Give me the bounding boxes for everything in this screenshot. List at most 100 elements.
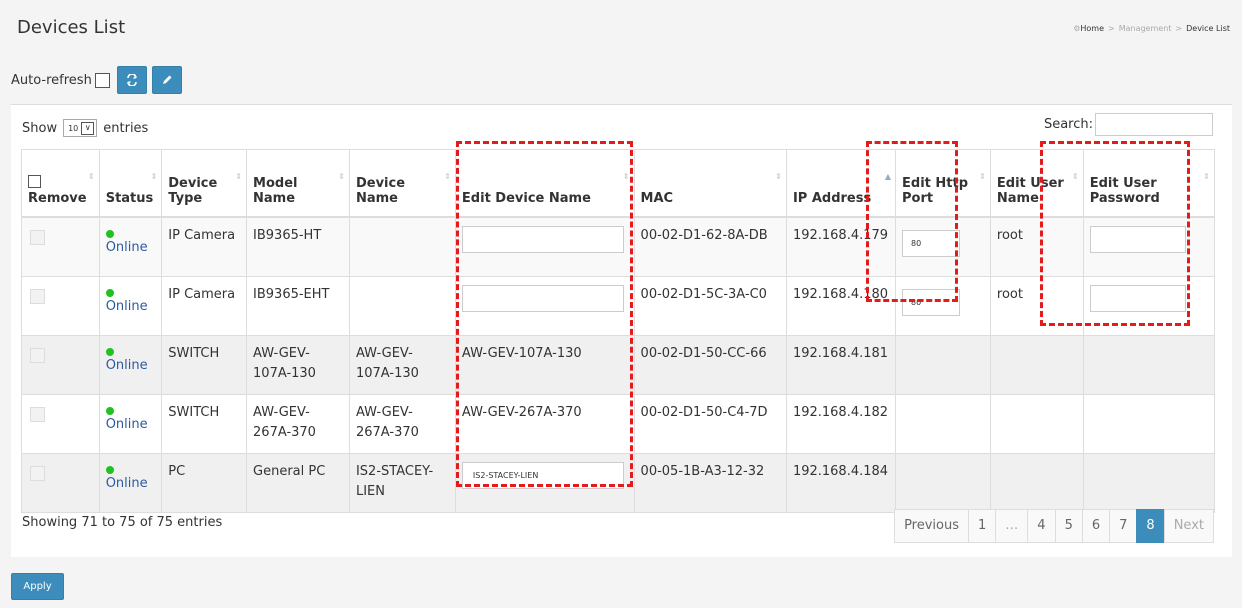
edit-device-name-input[interactable] — [461, 284, 624, 312]
cell-ip: 192.168.4.184 — [785, 452, 897, 513]
online-status-icon — [105, 230, 114, 238]
page-4[interactable]: 4 — [1027, 509, 1056, 543]
col-device-type[interactable]: Device Type ⇕ — [161, 149, 248, 218]
show-label: Show — [22, 120, 58, 136]
edit-http-port-input[interactable]: 80 — [902, 230, 961, 257]
col-device-name[interactable]: Device Name ⇕ — [348, 149, 456, 218]
col-edit-http-port[interactable]: Edit Http Port ⇕ — [895, 149, 991, 218]
online-status-icon — [105, 406, 114, 415]
cell-model-name: IB9365-HT — [246, 216, 350, 277]
row-remove-checkbox[interactable] — [30, 465, 45, 481]
table-info: Showing 71 to 75 of 75 entries — [22, 515, 223, 530]
row-remove-checkbox[interactable] — [30, 230, 45, 245]
page-ellipsis: … — [995, 509, 1029, 543]
cell-mac: 00-02-D1-50-CC-66 — [633, 334, 787, 395]
table-row: Online SWITCH AW-GEV-267A-370 AW-GEV-267… — [21, 393, 1216, 454]
devices-table: Remove ⇕ Status ⇕ Device Type ⇕ Model Name ⇕… — [21, 149, 1216, 513]
cell-device-type: IP Camera — [161, 275, 248, 336]
chevron-down-icon: ∨ — [81, 121, 95, 135]
page-7[interactable]: 7 — [1109, 509, 1138, 543]
col-edit-user-password[interactable]: Edit User Password ⇕ — [1082, 149, 1216, 218]
table-header-row: Remove ⇕ Status ⇕ Device Type ⇕ Model Name ⇕… — [21, 149, 1216, 218]
edit-user-password-input[interactable] — [1089, 284, 1186, 312]
col-status[interactable]: Status ⇕ — [98, 149, 163, 218]
page-title: Devices List — [17, 17, 126, 38]
cell-model-name: AW-GEV-107A-130 — [246, 334, 350, 395]
cell-mac: 00-02-D1-62-8A-DB — [633, 216, 787, 277]
cell-device-type: PC — [161, 452, 248, 513]
online-status-icon — [105, 465, 114, 474]
cell-mac: 00-02-D1-50-C4-7D — [633, 393, 787, 454]
status-text: Online — [105, 240, 148, 255]
table-row: Online PC General PC IS2-STACEY-LIEN IS2… — [21, 452, 1216, 513]
cell-ip: 192.168.4.182 — [785, 393, 897, 454]
cell-edit-device-name: AW-GEV-267A-370 — [454, 393, 635, 454]
table-row: Online SWITCH AW-GEV-107A-130 AW-GEV-107… — [21, 334, 1216, 395]
page-size-select[interactable]: 10 ∨ — [63, 119, 98, 137]
cell-model-name: General PC — [246, 452, 350, 513]
edit-device-name-input[interactable]: IS2-STACEY-LIEN — [461, 461, 624, 489]
page-size-value: 10 — [68, 123, 79, 133]
edit-button[interactable] — [151, 66, 182, 94]
status-text: Online — [105, 357, 148, 373]
status-text: Online — [105, 298, 148, 314]
online-status-icon — [105, 288, 114, 297]
page-1[interactable]: 1 — [968, 509, 997, 543]
breadcrumb-management[interactable]: Management — [1119, 24, 1172, 33]
pagination: Previous 1 … 4 5 6 7 8 Next — [894, 509, 1214, 543]
cell-device-name: IS2-STACEY-LIEN — [348, 452, 456, 513]
page-8[interactable]: 8 — [1136, 509, 1165, 543]
col-ip-address[interactable]: IP Address ▲ — [785, 149, 897, 218]
cell-user-name: root — [989, 216, 1084, 277]
col-edit-device-name[interactable]: Edit Device Name ⇕ — [454, 149, 635, 218]
edit-http-port-input[interactable]: 80 — [902, 288, 961, 316]
col-model-name[interactable]: Model Name ⇕ — [246, 149, 350, 218]
page-next[interactable]: Next — [1163, 509, 1214, 543]
cell-device-name: AW-GEV-267A-370 — [348, 393, 456, 454]
row-remove-checkbox[interactable] — [30, 347, 45, 363]
breadcrumb-home[interactable]: Home — [1080, 24, 1104, 33]
col-mac[interactable]: MAC ⇕ — [633, 149, 787, 218]
cell-mac: 00-05-1B-A3-12-32 — [633, 452, 787, 513]
auto-refresh-checkbox[interactable] — [94, 72, 110, 88]
cell-model-name: AW-GEV-267A-370 — [246, 393, 350, 454]
table-row: Online IP Camera IB9365-EHT 00-02-D1-5C-… — [21, 275, 1216, 336]
cell-model-name: IB9365-EHT — [246, 275, 350, 336]
cell-device-type: IP Camera — [161, 216, 248, 277]
devices-panel: Show 10 ∨ entries Search: Remove ⇕ Status ⇕… — [11, 104, 1232, 557]
page-5[interactable]: 5 — [1054, 509, 1083, 543]
refresh-icon — [127, 74, 137, 86]
page-size-control: Show 10 ∨ entries — [22, 119, 148, 137]
status-text: Online — [105, 475, 148, 491]
edit-user-password-input[interactable] — [1089, 226, 1186, 253]
row-remove-checkbox[interactable] — [30, 288, 45, 304]
page-6[interactable]: 6 — [1081, 509, 1111, 543]
row-remove-checkbox[interactable] — [30, 406, 45, 422]
search-label: Search: — [1043, 117, 1093, 132]
refresh-button[interactable] — [116, 66, 147, 94]
apply-button[interactable]: Apply — [11, 573, 64, 600]
cell-device-name: AW-GEV-107A-130 — [348, 334, 456, 395]
cell-device-name — [348, 275, 456, 336]
search-input[interactable] — [1095, 113, 1213, 136]
col-remove[interactable]: Remove ⇕ — [21, 149, 100, 218]
auto-refresh-bar: Auto-refresh — [11, 66, 182, 94]
pencil-icon — [162, 75, 172, 84]
table-row: Online IP Camera IB9365-HT 00-02-D1-62-8… — [21, 216, 1216, 277]
select-all-checkbox[interactable] — [28, 175, 41, 188]
cell-ip: 192.168.4.180 — [785, 275, 897, 336]
cell-edit-device-name: AW-GEV-107A-130 — [454, 334, 635, 395]
cell-ip: 192.168.4.181 — [785, 334, 897, 395]
breadcrumb-current: Device List — [1186, 24, 1230, 33]
page-previous[interactable]: Previous — [894, 509, 970, 543]
online-status-icon — [105, 347, 114, 356]
entries-label: entries — [103, 120, 149, 136]
col-edit-user-name[interactable]: Edit User Name ⇕ — [989, 149, 1084, 218]
edit-device-name-input[interactable] — [461, 226, 624, 253]
cell-device-type: SWITCH — [161, 334, 248, 395]
auto-refresh-label: Auto-refresh — [11, 72, 92, 88]
search-control: Search: — [1044, 113, 1213, 136]
cell-ip: 192.168.4.179 — [785, 216, 897, 277]
breadcrumb: ⚙Home > Management > Device List — [1073, 24, 1230, 33]
cell-mac: 00-02-D1-5C-3A-C0 — [633, 275, 787, 336]
